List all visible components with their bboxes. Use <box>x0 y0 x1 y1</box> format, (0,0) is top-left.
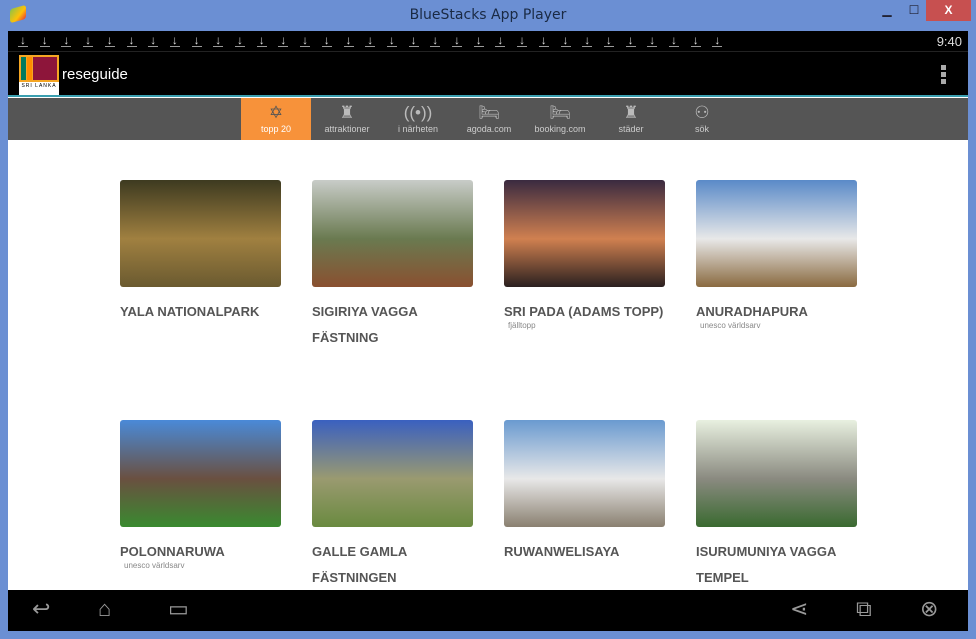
place-title: YALA NATIONALPARK <box>120 304 260 319</box>
close-app-icon[interactable]: ⊗ <box>920 596 938 622</box>
app-title: reseguide <box>62 66 128 83</box>
tab-label: i närheten <box>397 124 439 134</box>
download-notification-icon: ↓ <box>538 33 549 47</box>
download-notification-icon: ↓ <box>213 33 224 47</box>
share-icon[interactable]: ⋖ <box>790 596 808 622</box>
download-notification-icon: ↓ <box>386 33 397 47</box>
download-notification-icon: ↓ <box>560 33 571 47</box>
download-notification-icon: ↓ <box>647 33 658 47</box>
download-notification-icon: ↓ <box>473 33 484 47</box>
tab-booking-com[interactable]: 🛏 booking.com <box>525 98 595 140</box>
radar-icon: ((•)) <box>403 103 433 122</box>
maximize-button[interactable]: ☐ <box>902 0 926 21</box>
download-notification-icon: ↓ <box>104 33 115 47</box>
place-card[interactable]: SRI PADA (ADAMS TOPP) fjälltopp <box>504 180 665 330</box>
place-title: ISURUMUNIYA VAGGA TEMPEL <box>696 544 836 585</box>
status-bar: ↓ ↓ ↓ ↓ ↓ ↓ ↓ ↓ ↓ ↓ ↓ ↓ ↓ ↓ ↓ ↓ ↓ ↓ ↓ ↓ ↓ ↓ ↓ ↓ ↓ ↓ ↓ ↓ ↓ ↓ ↓ ↓ ↓ 9:40 <box>8 31 968 52</box>
download-notification-icon: ↓ <box>126 33 137 47</box>
download-notification-icon: ↓ <box>603 33 614 47</box>
place-image[interactable] <box>696 420 857 527</box>
home-icon[interactable]: ⌂ <box>98 596 111 622</box>
download-notification-icon: ↓ <box>148 33 159 47</box>
android-screen: ↓ ↓ ↓ ↓ ↓ ↓ ↓ ↓ ↓ ↓ ↓ ↓ ↓ ↓ ↓ ↓ ↓ ↓ ↓ ↓ ↓ ↓ ↓ ↓ ↓ ↓ ↓ ↓ ↓ ↓ ↓ ↓ ↓ 9:40 S… <box>8 31 968 631</box>
place-card[interactable]: GALLE GAMLA FÄSTNINGEN <box>312 420 473 591</box>
place-title: SIGIRIYA VAGGA FÄSTNING <box>312 304 418 345</box>
download-notification-icon: ↓ <box>582 33 593 47</box>
place-title: GALLE GAMLA FÄSTNINGEN <box>312 544 407 585</box>
bed-icon: 🛏 <box>549 103 571 122</box>
bed-icon: 🛏 <box>478 103 500 122</box>
tab-label: städer <box>618 124 644 134</box>
tab-agoda-com[interactable]: 🛏 agoda.com <box>454 98 524 140</box>
tab-s-k[interactable]: ⚇ sök <box>667 98 737 140</box>
download-notification-icon: ↓ <box>191 33 202 47</box>
download-notification-icon: ↓ <box>235 33 245 47</box>
tower-icon: ♜ <box>339 103 355 122</box>
tab-label: attraktioner <box>324 124 370 134</box>
place-image[interactable] <box>504 180 665 287</box>
place-card[interactable]: YALA NATIONALPARK <box>120 180 281 325</box>
tab-i-n-rheten[interactable]: ((•)) i närheten <box>383 98 453 140</box>
tab-label: booking.com <box>534 124 586 134</box>
download-notification-icon: ↓ <box>83 33 94 47</box>
action-bar: SRI LANKA reseguide <box>8 52 968 97</box>
download-notification-icon: ↓ <box>256 33 267 47</box>
place-card[interactable]: RUWANWELISAYA <box>504 420 665 565</box>
download-notification-icon: ↓ <box>408 33 419 47</box>
tab-st-der[interactable]: ♜ städer <box>596 98 666 140</box>
tab-topp-20[interactable]: ✡ topp 20 <box>241 98 311 140</box>
star-of-david-icon: ✡ <box>268 103 284 122</box>
download-notification-icon: ↓ <box>517 33 528 47</box>
download-notification-icon: ↓ <box>690 33 701 47</box>
back-icon[interactable]: ↩ <box>32 596 50 622</box>
recents-icon[interactable]: ▭ <box>168 596 189 622</box>
download-notification-icon: ↓ <box>18 33 28 47</box>
place-card[interactable]: ANURADHAPURA unesco världsarv <box>696 180 857 330</box>
screen-rotate-icon[interactable]: ⧉ <box>856 596 872 622</box>
tab-label: topp 20 <box>260 124 292 134</box>
download-notification-icon: ↓ <box>365 33 376 47</box>
navigation-bar: ↩ ⌂ ▭ ⋖ ⧉ ⊗ <box>8 590 968 631</box>
place-image[interactable] <box>120 180 281 287</box>
place-card[interactable]: SIGIRIYA VAGGA FÄSTNING <box>312 180 473 351</box>
download-notification-icon: ↓ <box>169 33 180 47</box>
place-card[interactable]: POLONNARUWA unesco världsarv <box>120 420 281 570</box>
download-notification-icon: ↓ <box>300 33 311 47</box>
place-title: RUWANWELISAYA <box>504 544 620 559</box>
binoculars-icon: ⚇ <box>694 103 710 122</box>
window-title: BlueStacks App Player <box>409 7 567 23</box>
tab-bar: ✡ topp 20 ♜ attraktioner ((•)) i närheten 🛏 ago… <box>8 98 968 140</box>
download-notification-icon: ↓ <box>343 33 354 47</box>
place-image[interactable] <box>120 420 281 527</box>
download-notification-icon: ↓ <box>430 33 441 47</box>
tower-icon: ♜ <box>623 103 639 122</box>
place-image[interactable] <box>696 180 857 287</box>
tab-label: sök <box>694 124 709 134</box>
tab-attraktioner[interactable]: ♜ attraktioner <box>312 98 382 140</box>
place-image[interactable] <box>312 420 473 527</box>
place-image[interactable] <box>504 420 665 527</box>
download-notification-icon: ↓ <box>625 33 636 47</box>
download-notification-icon: ↓ <box>712 33 723 47</box>
sri-lanka-flag-logo: SRI LANKA <box>19 55 59 95</box>
download-notification-icon: ↓ <box>321 33 332 47</box>
place-image[interactable] <box>312 180 473 287</box>
overflow-menu-icon[interactable] <box>941 65 946 85</box>
close-button[interactable]: X <box>926 0 971 21</box>
place-card[interactable]: ISURUMUNIYA VAGGA TEMPEL <box>696 420 857 591</box>
download-notification-icon: ↓ <box>452 33 462 47</box>
window-titlebar: BlueStacks App Player ▁ ☐ X <box>0 0 976 31</box>
download-notification-icon: ↓ <box>61 33 72 47</box>
download-notification-icon: ↓ <box>669 33 679 47</box>
download-notification-icon: ↓ <box>278 33 289 47</box>
minimize-button[interactable]: ▁ <box>874 0 900 21</box>
clock: 9:40 <box>936 34 962 49</box>
download-notification-icon: ↓ <box>495 33 506 47</box>
download-notification-icon: ↓ <box>39 33 50 47</box>
tab-label: agoda.com <box>466 124 512 134</box>
